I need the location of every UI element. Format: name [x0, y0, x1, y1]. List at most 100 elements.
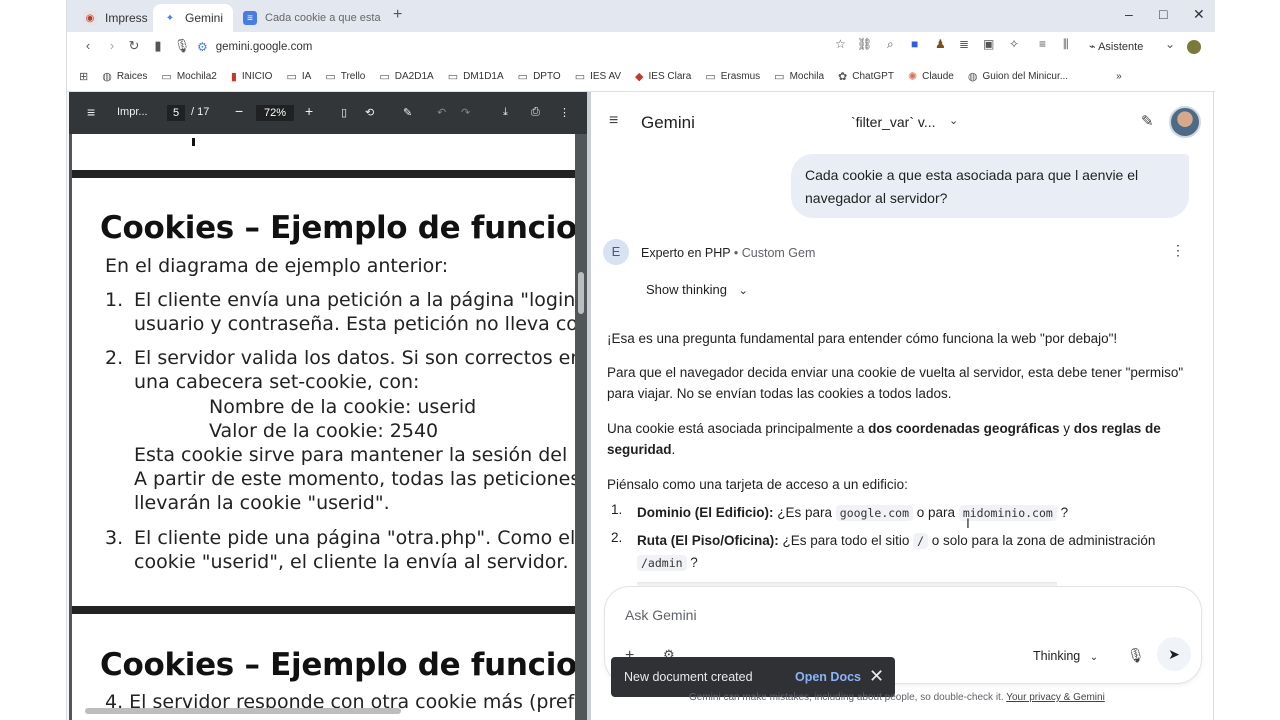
chat-title[interactable]: `filter_var` v...: [851, 114, 936, 130]
back-icon[interactable]: ‹: [79, 38, 97, 53]
chevron-down-icon[interactable]: ⌄: [949, 114, 958, 127]
list-number: 2.: [105, 347, 124, 369]
more-options-icon[interactable]: ⋮: [559, 106, 570, 119]
bookmark-item[interactable]: ◍ Guion del Minicur...: [968, 70, 1068, 83]
inline-code: midominio.com: [958, 505, 1057, 521]
bookmark-label: IES AV: [590, 71, 622, 82]
site-icon: ◆: [635, 71, 644, 83]
download-icon[interactable]: ⤓: [503, 106, 508, 119]
snackbar-message: New document created: [624, 670, 753, 684]
fit-page-icon[interactable]: ▯: [341, 106, 347, 119]
text-run: ¿Es para: [773, 505, 836, 520]
sidepanel-icon[interactable]: ▮: [149, 38, 167, 54]
browser-window: ◉ Impress ✦ Gemini ≡ Cada cookie a que e…: [66, 0, 1215, 720]
screen: ◉ Impress ✦ Gemini ≡ Cada cookie a que e…: [0, 0, 1280, 720]
new-tab-button[interactable]: +: [393, 6, 402, 24]
maximize-button[interactable]: □: [1159, 6, 1167, 22]
redo-icon[interactable]: ↷: [461, 106, 470, 119]
pdf-zoom-input[interactable]: 72%: [256, 105, 294, 121]
audio-icon[interactable]: ⫼: [1063, 37, 1069, 52]
show-thinking-button[interactable]: Show thinking ⌄: [646, 282, 748, 297]
privacy-link[interactable]: Your privacy & Gemini: [1006, 692, 1105, 703]
bookmark-item[interactable]: ✿ ChatGPT: [838, 70, 894, 83]
bookmark-label: ChatGPT: [852, 71, 894, 82]
gemini-title: Gemini: [641, 113, 695, 132]
bookmark-item[interactable]: ◆ IES Clara: [635, 70, 691, 83]
tab-label: Gemini: [185, 11, 224, 25]
apps-icon[interactable]: ⊞: [79, 70, 88, 83]
bookmark-label: Mochila2: [176, 71, 217, 82]
more-bookmarks-icon[interactable]: »: [1116, 71, 1122, 82]
pdf-page-input[interactable]: 5: [167, 105, 185, 121]
bookmark-item[interactable]: ◍ Raices: [102, 70, 147, 83]
menu-icon[interactable]: ≡: [609, 112, 618, 130]
extension-icon[interactable]: ▣: [983, 37, 994, 51]
rotate-icon[interactable]: ⟲: [365, 106, 374, 119]
slide-line: usuario y contraseña. Esta petición no l…: [134, 313, 575, 335]
menu-icon[interactable]: ≡: [87, 104, 95, 120]
list-item: Dominio (El Edificio): ¿Es para google.c…: [637, 502, 1197, 524]
forward-icon[interactable]: ›: [103, 38, 121, 53]
undo-icon[interactable]: ↶: [437, 106, 446, 119]
text-run: ?: [686, 555, 698, 570]
open-docs-button[interactable]: Open Docs: [795, 670, 861, 684]
close-icon[interactable]: ✕: [869, 666, 884, 687]
list-number: 1.: [611, 502, 623, 517]
mode-label: Thinking: [1033, 649, 1081, 663]
assistant-button[interactable]: ⌁ Asistente: [1089, 40, 1143, 53]
profile-avatar[interactable]: [1187, 40, 1201, 54]
zoom-out-icon[interactable]: −: [235, 103, 243, 119]
tab-impress[interactable]: ◉ Impress: [73, 4, 153, 32]
bold-text: Dominio (El Edificio):: [637, 505, 774, 520]
avatar[interactable]: [1169, 106, 1201, 138]
prompt-input[interactable]: Ask Gemini: [625, 607, 697, 623]
bookmark-item[interactable]: ▭ DPTO: [518, 70, 561, 83]
gem-avatar: E: [603, 239, 629, 265]
pdf-vertical-scrollbar[interactable]: [578, 272, 584, 314]
tab-gemini[interactable]: ✦ Gemini: [153, 4, 233, 32]
bookmark-item[interactable]: ▭ Mochila: [774, 70, 824, 83]
close-window-button[interactable]: ✕: [1193, 6, 1205, 23]
slide-line: una cabecera set-cookie, con:: [134, 371, 420, 393]
bookmark-label: INICIO: [241, 71, 273, 82]
puzzle-icon[interactable]: ✧: [1009, 37, 1019, 51]
link-icon[interactable]: ⛓: [857, 37, 872, 51]
bookmark-item[interactable]: ▭ DA2D1A: [379, 70, 433, 83]
send-button[interactable]: ➤: [1157, 637, 1191, 671]
pdf-horizontal-scrollbar[interactable]: [85, 708, 401, 714]
bookmark-item[interactable]: ▭ Mochila2: [161, 70, 216, 83]
bookmark-item[interactable]: ▭ Erasmus: [705, 70, 760, 83]
extension-icon[interactable]: ⌕: [887, 37, 894, 52]
response-paragraph: ¡Esa es una pregunta fundamental para en…: [607, 331, 1118, 346]
new-chat-icon[interactable]: ✎: [1141, 112, 1154, 130]
text-run: y: [1059, 421, 1074, 436]
reload-icon[interactable]: ↻: [125, 38, 143, 54]
tab-docs[interactable]: ≡ Cada cookie a que esta asoci: [233, 4, 383, 32]
slide-title: Cookies – Ejemplo de funciona: [100, 647, 575, 683]
extension-icon[interactable]: ♟: [935, 37, 946, 51]
mic-icon[interactable]: 🎙: [173, 38, 191, 54]
bookmark-label: Mochila: [789, 71, 825, 82]
list-icon[interactable]: ≡: [1039, 37, 1046, 51]
site-info-icon[interactable]: ⚙: [197, 40, 208, 54]
folder-icon: ▭: [447, 71, 459, 83]
text-cursor-icon: I: [966, 515, 970, 531]
extension-icon[interactable]: ■: [911, 37, 918, 51]
pdf-viewer: ≡ Impr... 5 / 17 − 72% + ▯ ⟲ ✎ ↶ ↷ ⤓ ⎙ ⋮: [69, 92, 587, 720]
chevron-down-icon[interactable]: ⌄: [1165, 37, 1175, 51]
bookmark-item[interactable]: ▭ Trello: [325, 70, 365, 83]
mode-selector[interactable]: Thinking ⌄: [1033, 649, 1098, 663]
bookmark-item[interactable]: ▮ INICIO: [231, 70, 273, 83]
bookmark-item[interactable]: ▭ DM1D1A: [448, 70, 504, 83]
print-icon[interactable]: ⎙: [531, 106, 540, 119]
bookmark-item[interactable]: ▭ IA: [286, 70, 311, 83]
zoom-in-icon[interactable]: +: [305, 103, 313, 119]
minimize-button[interactable]: –: [1125, 6, 1133, 22]
bookmark-star-icon[interactable]: ☆: [835, 37, 846, 51]
bookmark-item[interactable]: ▭ IES AV: [575, 70, 621, 83]
mic-icon[interactable]: 🎙: [1127, 647, 1145, 664]
more-options-icon[interactable]: ⋮: [1171, 242, 1185, 259]
bookmark-item[interactable]: ✺ Claude: [908, 70, 954, 83]
database-icon[interactable]: ≣: [959, 37, 969, 51]
annotate-icon[interactable]: ✎: [403, 106, 412, 119]
